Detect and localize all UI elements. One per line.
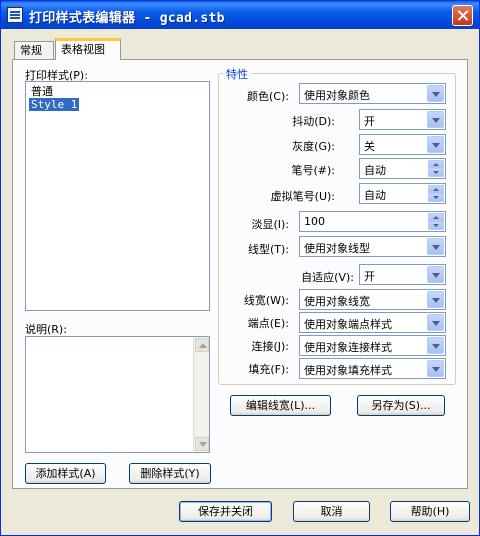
spin-down-icon[interactable]	[428, 193, 444, 202]
tab-general-label: 常规	[20, 44, 42, 57]
pen-number-label: 笔号(#):	[291, 164, 335, 177]
properties-group-title: 特性	[223, 66, 251, 82]
grayscale-value: 关	[364, 140, 375, 153]
cancel-button[interactable]: 取消	[293, 501, 370, 522]
styles-list[interactable]: 普通 Style 1	[25, 81, 210, 311]
chevron-down-icon[interactable]	[427, 136, 444, 153]
style-item-style1[interactable]: Style 1	[29, 98, 80, 111]
tab-table-view[interactable]: 表格视图	[55, 38, 121, 60]
fillstyle-label: 填充(F):	[248, 363, 289, 376]
app-icon	[7, 7, 23, 23]
chevron-down-icon[interactable]	[427, 238, 444, 255]
screening-value: 100	[304, 215, 325, 228]
chevron-down-icon[interactable]	[427, 111, 444, 128]
color-value: 使用对象颜色	[304, 89, 370, 102]
dither-value: 开	[364, 115, 375, 128]
fillstyle-select[interactable]: 使用对象填充样式	[299, 358, 446, 379]
edit-lineweights-button[interactable]: 编辑线宽(L)...	[230, 395, 331, 416]
virtual-pen-label: 虚拟笔号(U):	[270, 190, 335, 203]
description-label: 说明(R):	[25, 323, 67, 336]
linetype-select[interactable]: 使用对象线型	[299, 236, 446, 257]
pen-number-value: 自动	[364, 164, 386, 177]
linetype-label: 线型(T):	[247, 243, 289, 256]
grayscale-label: 灰度(G):	[292, 140, 335, 153]
fillstyle-value: 使用对象填充样式	[304, 364, 392, 377]
description-scrollbar[interactable]	[193, 337, 209, 452]
print-style-editor-window: 打印样式表编辑器 - gcad.stb 常规 表格视图 打印样式(P): 普通 …	[0, 0, 480, 536]
chevron-down-icon[interactable]	[427, 85, 444, 102]
scroll-up-arrow-icon[interactable]	[195, 338, 209, 352]
window-title: 打印样式表编辑器 - gcad.stb	[29, 11, 225, 26]
linetype-value: 使用对象线型	[304, 242, 370, 255]
lineweight-value: 使用对象线宽	[304, 295, 370, 308]
close-button[interactable]	[452, 5, 473, 26]
color-select[interactable]: 使用对象颜色	[299, 83, 446, 104]
lineweight-label: 线宽(W):	[243, 294, 289, 307]
endstyle-value: 使用对象端点样式	[304, 318, 392, 331]
endstyle-label: 端点(E):	[247, 317, 289, 330]
joinstyle-select[interactable]: 使用对象连接样式	[299, 335, 446, 356]
virtual-pen-value: 自动	[364, 189, 386, 202]
delete-style-button[interactable]: 删除样式(Y)	[129, 463, 211, 484]
joinstyle-value: 使用对象连接样式	[304, 341, 392, 354]
lineweight-select[interactable]: 使用对象线宽	[299, 289, 446, 310]
chevron-down-icon[interactable]	[427, 266, 444, 283]
description-textarea[interactable]	[25, 336, 210, 453]
style-item-normal[interactable]: 普通	[29, 85, 55, 98]
spin-down-icon[interactable]	[428, 221, 444, 230]
endstyle-select[interactable]: 使用对象端点样式	[299, 312, 446, 333]
adaptive-select[interactable]: 开	[359, 264, 446, 285]
pen-number-spinner[interactable]: 自动	[359, 158, 446, 179]
save-and-close-button[interactable]: 保存并关闭	[179, 501, 272, 522]
chevron-down-icon[interactable]	[427, 291, 444, 308]
adaptive-value: 开	[364, 270, 375, 283]
chevron-down-icon[interactable]	[427, 337, 444, 354]
tab-table-view-label: 表格视图	[61, 43, 105, 56]
scroll-down-arrow-icon[interactable]	[195, 437, 209, 451]
color-label: 颜色(C):	[247, 90, 289, 103]
help-button[interactable]: 帮助(H)	[390, 501, 470, 522]
spin-down-icon[interactable]	[428, 168, 444, 177]
joinstyle-label: 连接(J):	[251, 340, 289, 353]
grayscale-select[interactable]: 关	[359, 134, 446, 155]
tab-general[interactable]: 常规	[14, 41, 54, 60]
chevron-down-icon[interactable]	[427, 314, 444, 331]
dither-label: 抖动(D):	[292, 115, 335, 128]
screening-spinner[interactable]: 100	[299, 211, 446, 232]
dither-select[interactable]: 开	[359, 109, 446, 130]
add-style-button[interactable]: 添加样式(A)	[25, 463, 106, 484]
adaptive-label: 自适应(V):	[301, 271, 354, 284]
virtual-pen-spinner[interactable]: 自动	[359, 183, 446, 204]
save-as-button[interactable]: 另存为(S)...	[357, 395, 445, 416]
title-bar[interactable]: 打印样式表编辑器 - gcad.stb	[1, 1, 479, 29]
chevron-down-icon[interactable]	[427, 360, 444, 377]
screening-label: 淡显(I):	[251, 218, 289, 231]
